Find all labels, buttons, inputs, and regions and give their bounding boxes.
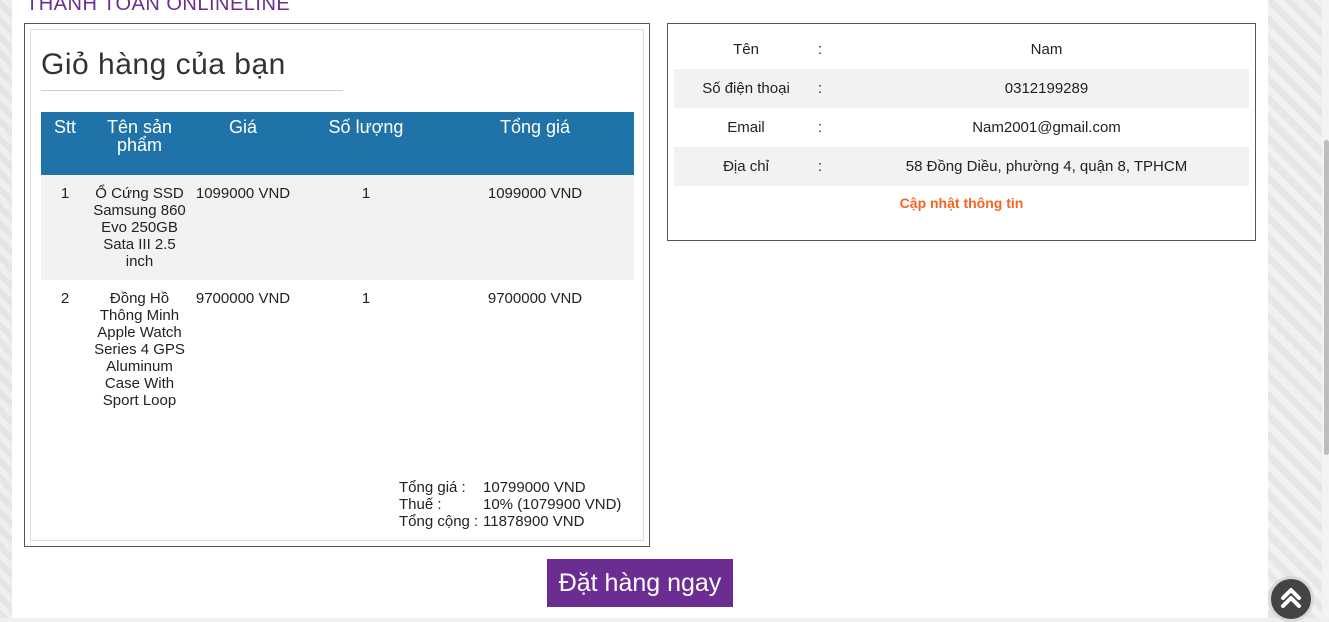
background-pattern-right xyxy=(1268,0,1329,618)
info-row-phone: Số điện thoại : 0312199289 xyxy=(674,69,1249,108)
summary-grand-total: Tổng cộng :11878900 VND xyxy=(399,513,621,530)
customer-info-table: Tên : Nam Số điện thoại : 0312199289 Ema… xyxy=(674,30,1249,186)
info-separator: : xyxy=(818,119,823,136)
info-label: Email xyxy=(727,119,765,136)
summary-subtotal: Tổng giá : 10799000 VND xyxy=(399,479,621,496)
info-row-name: Tên : Nam xyxy=(674,30,1249,69)
scrollbar-thumb[interactable] xyxy=(1324,140,1329,455)
info-separator: : xyxy=(818,41,823,58)
summary-subtotal-label: Tổng giá : xyxy=(399,479,466,496)
summary-grand-total-label: Tổng cộng : xyxy=(399,513,479,530)
header-price: Giá xyxy=(190,112,296,175)
scroll-to-top-button[interactable] xyxy=(1268,576,1314,622)
row-product-name: Ổ Cứng SSD Samsung 860 Evo 250GB Sata II… xyxy=(89,175,190,280)
header-quantity: Số lượng xyxy=(296,112,436,175)
cart-panel: Giỏ hàng của bạn Stt Tên sản phẩm Giá Số… xyxy=(24,23,650,547)
row-quantity: 1 xyxy=(296,280,436,419)
page-heading: THANH TOÁN ONLINELINE xyxy=(26,0,291,15)
cart-panel-inner: Giỏ hàng của bạn Stt Tên sản phẩm Giá Số… xyxy=(30,29,644,541)
row-product-name: Đồng Hồ Thông Minh Apple Watch Series 4 … xyxy=(89,280,190,419)
info-row-email: Email : Nam2001@gmail.com xyxy=(674,108,1249,147)
summary-tax-value: 10% (1079900 VND) xyxy=(483,496,622,513)
main-content: THANH TOÁN ONLINELINE Giỏ hàng của bạn S… xyxy=(12,0,1268,618)
summary-tax: Thuế : 10% (1079900 VND) xyxy=(399,496,621,513)
info-label: Tên xyxy=(733,41,759,58)
info-label: Địa chỉ xyxy=(674,147,818,186)
header-product-name: Tên sản phẩm xyxy=(89,112,190,175)
row-stt: 2 xyxy=(41,280,89,419)
info-separator: : xyxy=(818,69,844,108)
chevron-double-up-icon xyxy=(1278,585,1304,614)
row-quantity: 1 xyxy=(296,175,436,280)
cart-table: Stt Tên sản phẩm Giá Số lượng Tổng giá 1… xyxy=(41,112,634,419)
cart-title-divider xyxy=(41,90,343,91)
summary-grand-total-value: 11878900 VND xyxy=(483,513,585,530)
summary-tax-label: Thuế : xyxy=(399,496,442,513)
info-value: Nam xyxy=(1030,41,1063,58)
table-row: 2 Đồng Hồ Thông Minh Apple Watch Series … xyxy=(41,280,634,419)
cart-summary: Tổng giá : 10799000 VND Thuế : 10% (107990… xyxy=(399,479,621,530)
update-info-link[interactable]: Cập nhật thông tin xyxy=(668,195,1255,211)
row-stt: 1 xyxy=(41,175,89,280)
customer-info-panel: Tên : Nam Số điện thoại : 0312199289 Ema… xyxy=(667,23,1256,241)
info-value: 0312199289 xyxy=(844,69,1249,108)
header-total: Tổng giá xyxy=(436,112,634,175)
info-value: 58 Đồng Diều, phường 4, quận 8, TPHCM xyxy=(844,147,1249,186)
info-label: Số điện thoại xyxy=(674,69,818,108)
table-row: 1 Ổ Cứng SSD Samsung 860 Evo 250GB Sata … xyxy=(41,175,634,280)
cart-title: Giỏ hàng của bạn xyxy=(41,48,286,81)
row-price: 9700000 VND xyxy=(190,280,296,419)
background-pattern-left xyxy=(0,0,12,618)
info-value: Nam2001@gmail.com xyxy=(972,119,1121,136)
summary-subtotal-value: 10799000 VND xyxy=(483,479,586,496)
info-row-address: Địa chỉ : 58 Đồng Diều, phường 4, quận 8… xyxy=(674,147,1249,186)
row-price: 1099000 VND xyxy=(190,175,296,280)
row-total: 1099000 VND xyxy=(436,175,634,280)
header-stt: Stt xyxy=(41,112,89,175)
cart-table-header: Stt Tên sản phẩm Giá Số lượng Tổng giá xyxy=(41,112,634,175)
row-total: 9700000 VND xyxy=(436,280,634,419)
info-separator: : xyxy=(818,147,844,186)
order-now-button[interactable]: Đặt hàng ngay xyxy=(547,559,733,607)
